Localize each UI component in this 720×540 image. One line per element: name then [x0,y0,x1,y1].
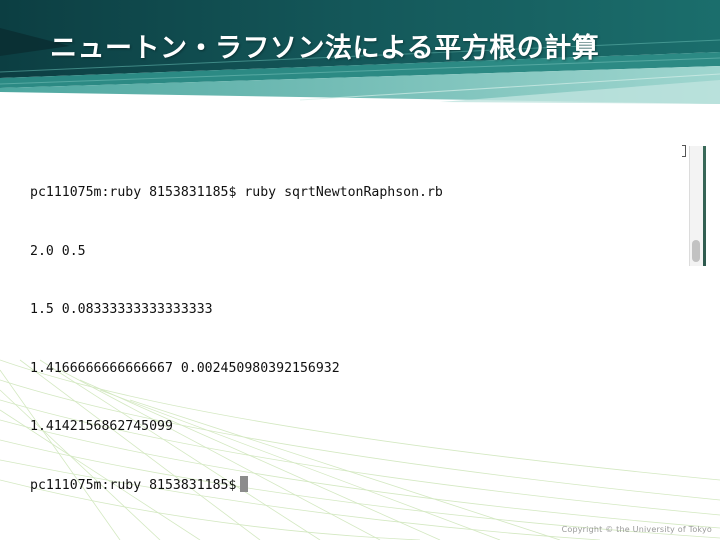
text-cursor [240,475,249,492]
window-resize-icon [682,145,686,157]
terminal-window[interactable]: pc111075m:ruby 8153831185$ ruby sqrtNewt… [22,138,710,493]
terminal-prompt: pc111075m:ruby 8153831185$ [30,477,237,493]
terminal-prompt-line[interactable]: pc111075m:ruby 8153831185$ [30,475,443,496]
terminal-line: 1.5 0.08333333333333333 [30,302,213,317]
slide-title: ニュートン・ラフソン法による平方根の計算 [50,33,600,64]
terminal-line: pc111075m:ruby 8153831185$ ruby sqrtNewt… [30,185,443,200]
scrollbar-thumb[interactable] [692,240,700,262]
copyright-notice: Copyright © the University of Tokyo [561,525,712,534]
terminal-output: pc111075m:ruby 8153831185$ ruby sqrtNewt… [30,144,443,534]
window-edge [703,146,706,266]
terminal-line: 1.4142156862745099 [30,419,173,434]
terminal-line: 1.4166666666666667 0.002450980392156932 [30,360,340,376]
terminal-line: 2.0 0.5 [30,243,86,259]
